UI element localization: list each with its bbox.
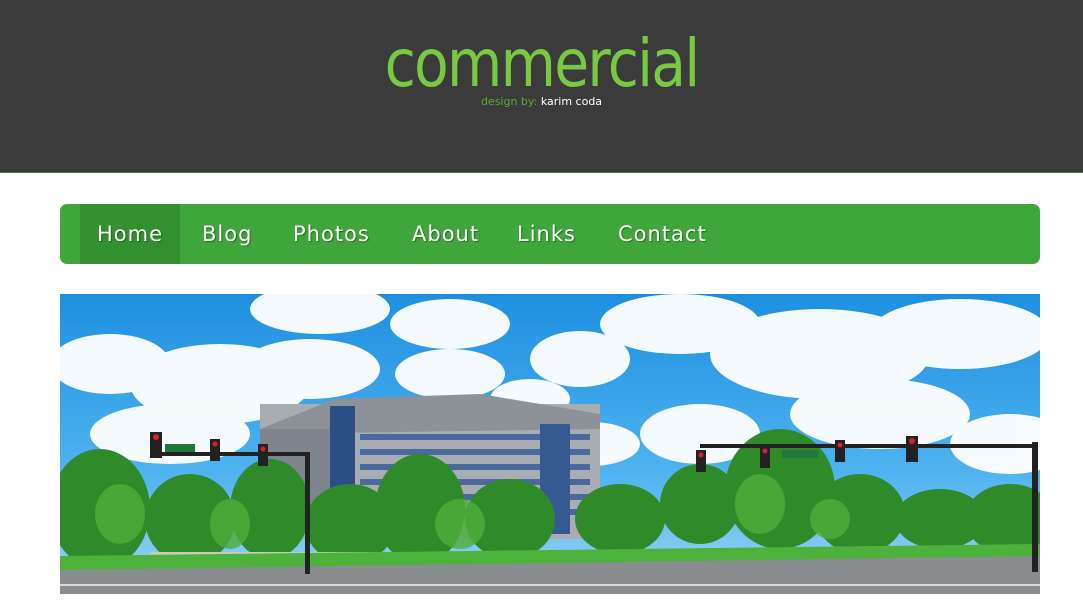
site-byline: design by: karim coda <box>0 95 1083 109</box>
byline-prefix: design by: <box>480 95 538 108</box>
nav-photos[interactable]: Photos <box>293 204 370 264</box>
nav-blog[interactable]: Blog <box>202 204 252 264</box>
nav-contact[interactable]: Contact <box>618 204 707 264</box>
nav-about[interactable]: About <box>412 204 479 264</box>
hero-image <box>60 294 1040 594</box>
byline-author[interactable]: karim coda <box>541 95 602 108</box>
site-header: commercial design by: karim coda <box>0 0 1083 173</box>
nav-home[interactable]: Home <box>80 204 180 264</box>
nav-links[interactable]: Links <box>517 204 576 264</box>
main-nav: Home Blog Photos About Links Contact <box>60 204 1040 264</box>
site-title[interactable]: commercial <box>76 26 1007 102</box>
